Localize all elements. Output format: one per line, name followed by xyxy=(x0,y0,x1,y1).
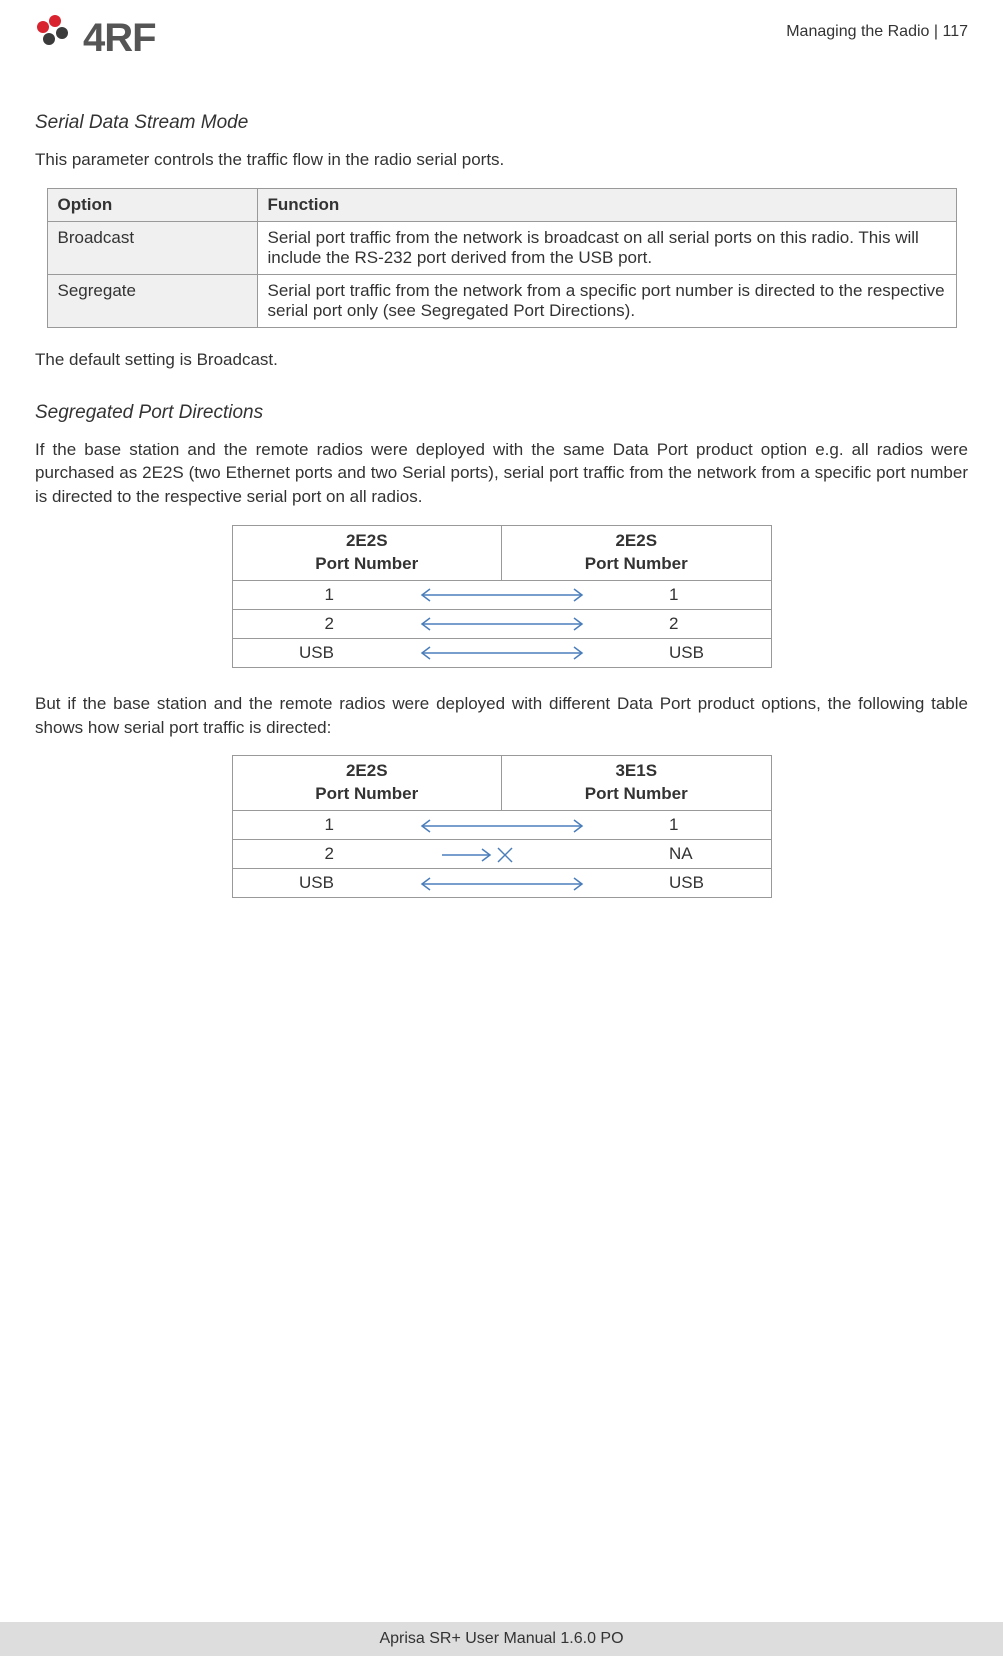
logo-icon xyxy=(35,15,77,62)
bidirectional-arrow-icon xyxy=(352,609,651,638)
default-setting-text: The default setting is Broadcast. xyxy=(35,348,968,372)
bidirectional-arrow-icon xyxy=(352,869,651,898)
footer-text: Aprisa SR+ User Manual 1.6.0 PO xyxy=(379,1630,623,1647)
header-page-number: 117 xyxy=(942,23,968,40)
option-cell: Broadcast xyxy=(47,221,257,274)
port-left: USB xyxy=(232,638,352,667)
table-header-row: Option Function xyxy=(47,188,956,221)
section-title-segregated: Segregated Port Directions xyxy=(35,402,968,424)
table-header-right: 3E1S Port Number xyxy=(502,756,772,811)
page-footer: Aprisa SR+ User Manual 1.6.0 PO xyxy=(0,1622,1003,1656)
table-row: 2 2 xyxy=(232,609,771,638)
port-number-label: Port Number xyxy=(315,784,418,803)
model-label: 3E1S xyxy=(615,761,657,780)
table-row: Segregate Serial port traffic from the n… xyxy=(47,274,956,327)
bidirectional-arrow-icon xyxy=(352,580,651,609)
function-cell: Serial port traffic from the network is … xyxy=(257,221,956,274)
model-label: 2E2S xyxy=(346,531,388,550)
table-row: 1 1 xyxy=(232,811,771,840)
table-header-row: 2E2S Port Number 2E2S Port Number xyxy=(232,525,771,580)
port-number-label: Port Number xyxy=(585,554,688,573)
port-right: 2 xyxy=(651,609,771,638)
logo-text: 4RF xyxy=(83,16,156,61)
mid-text-segregated: But if the base station and the remote r… xyxy=(35,692,968,740)
header-section: Managing the Radio xyxy=(786,23,929,40)
port-right: NA xyxy=(651,840,771,869)
table-header-function: Function xyxy=(257,188,956,221)
table-row: Broadcast Serial port traffic from the n… xyxy=(47,221,956,274)
option-cell: Segregate xyxy=(47,274,257,327)
port-mapping-table-different: 2E2S Port Number 3E1S Port Number 1 1 2 … xyxy=(232,755,772,898)
port-left: 2 xyxy=(232,840,352,869)
table-row: 1 1 xyxy=(232,580,771,609)
port-number-label: Port Number xyxy=(315,554,418,573)
table-row: USB USB xyxy=(232,638,771,667)
port-right: 1 xyxy=(651,580,771,609)
port-left: 1 xyxy=(232,580,352,609)
bidirectional-arrow-icon xyxy=(352,638,651,667)
page-header: 4RF Managing the Radio | 117 xyxy=(35,0,968,82)
table-header-left: 2E2S Port Number xyxy=(232,756,502,811)
port-left: 2 xyxy=(232,609,352,638)
table-row: USB USB xyxy=(232,869,771,898)
port-number-label: Port Number xyxy=(585,784,688,803)
model-label: 2E2S xyxy=(346,761,388,780)
header-breadcrumb: Managing the Radio | 117 xyxy=(786,15,968,41)
company-logo: 4RF xyxy=(35,15,156,62)
section-title-serial-mode: Serial Data Stream Mode xyxy=(35,112,968,134)
header-separator: | xyxy=(929,23,942,40)
port-right: 1 xyxy=(651,811,771,840)
port-left: 1 xyxy=(232,811,352,840)
intro-text-segregated: If the base station and the remote radio… xyxy=(35,438,968,509)
table-header-row: 2E2S Port Number 3E1S Port Number xyxy=(232,756,771,811)
blocked-arrow-icon xyxy=(352,840,651,869)
table-header-left: 2E2S Port Number xyxy=(232,525,502,580)
bidirectional-arrow-icon xyxy=(352,811,651,840)
intro-text-serial-mode: This parameter controls the traffic flow… xyxy=(35,148,968,172)
function-cell: Serial port traffic from the network fro… xyxy=(257,274,956,327)
port-right: USB xyxy=(651,869,771,898)
model-label: 2E2S xyxy=(615,531,657,550)
table-header-right: 2E2S Port Number xyxy=(502,525,772,580)
port-mapping-table-same: 2E2S Port Number 2E2S Port Number 1 1 2 … xyxy=(232,525,772,668)
port-left: USB xyxy=(232,869,352,898)
port-right: USB xyxy=(651,638,771,667)
table-row: 2 NA xyxy=(232,840,771,869)
options-table: Option Function Broadcast Serial port tr… xyxy=(47,188,957,328)
table-header-option: Option xyxy=(47,188,257,221)
